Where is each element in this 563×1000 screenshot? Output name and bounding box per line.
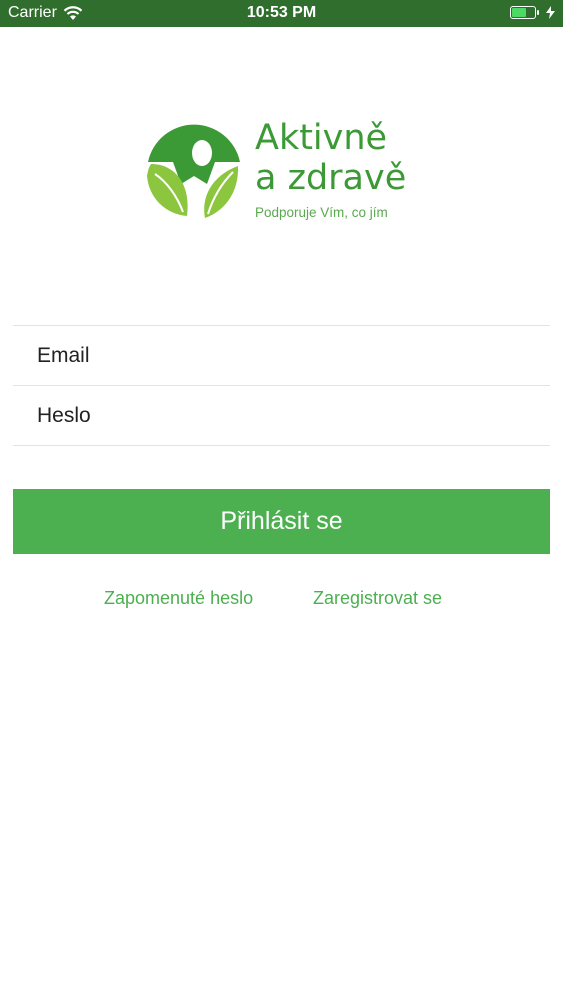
battery-icon (510, 6, 539, 19)
app-logo: Aktivně a zdravě Podporuje Vím, co jím (145, 118, 445, 228)
status-right (510, 6, 555, 19)
email-row (13, 325, 550, 385)
login-form (13, 325, 550, 446)
charging-bolt-icon (546, 6, 555, 19)
register-link[interactable]: Zaregistrovat se (313, 588, 442, 609)
leaf-person-logo-icon (146, 124, 242, 221)
email-field[interactable] (35, 342, 550, 369)
logo-title-line2: a zdravě (255, 158, 407, 198)
logo-title-line1: Aktivně (255, 118, 388, 158)
logo-subtitle: Podporuje Vím, co jím (255, 205, 388, 220)
password-row (13, 385, 550, 446)
forgot-password-link[interactable]: Zapomenuté heslo (104, 588, 253, 609)
status-bar: Carrier 10:53 PM (0, 0, 563, 27)
status-time: 10:53 PM (246, 4, 317, 21)
battery-fill (512, 8, 527, 17)
password-field[interactable] (35, 402, 550, 429)
login-button[interactable]: Přihlásit se (13, 489, 550, 554)
